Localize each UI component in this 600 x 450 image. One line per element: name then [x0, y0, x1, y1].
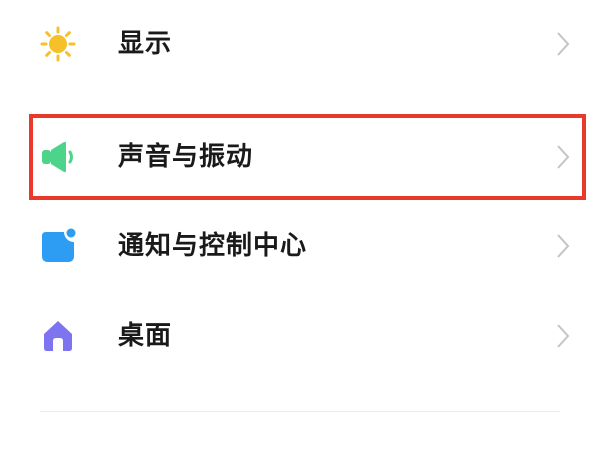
settings-item-label: 声音与振动 [118, 142, 254, 172]
settings-item-home-screen[interactable]: 桌面 [0, 292, 600, 382]
settings-item-label: 显示 [118, 29, 173, 59]
chevron-right-icon [553, 322, 573, 350]
notification-icon [40, 228, 76, 264]
divider [40, 411, 560, 412]
chevron-right-icon [553, 143, 573, 171]
home-icon [40, 318, 76, 354]
settings-item-label: 通知与控制中心 [118, 231, 308, 261]
settings-item-label: 桌面 [118, 321, 173, 351]
speaker-icon [40, 139, 76, 175]
settings-item-sound-vibration[interactable]: 声音与振动 [0, 113, 600, 203]
chevron-right-icon [553, 232, 573, 260]
settings-item-notifications-control-center[interactable]: 通知与控制中心 [0, 202, 600, 292]
chevron-right-icon [553, 30, 573, 58]
settings-item-display[interactable]: 显示 [0, 0, 600, 90]
sun-icon [40, 26, 76, 62]
